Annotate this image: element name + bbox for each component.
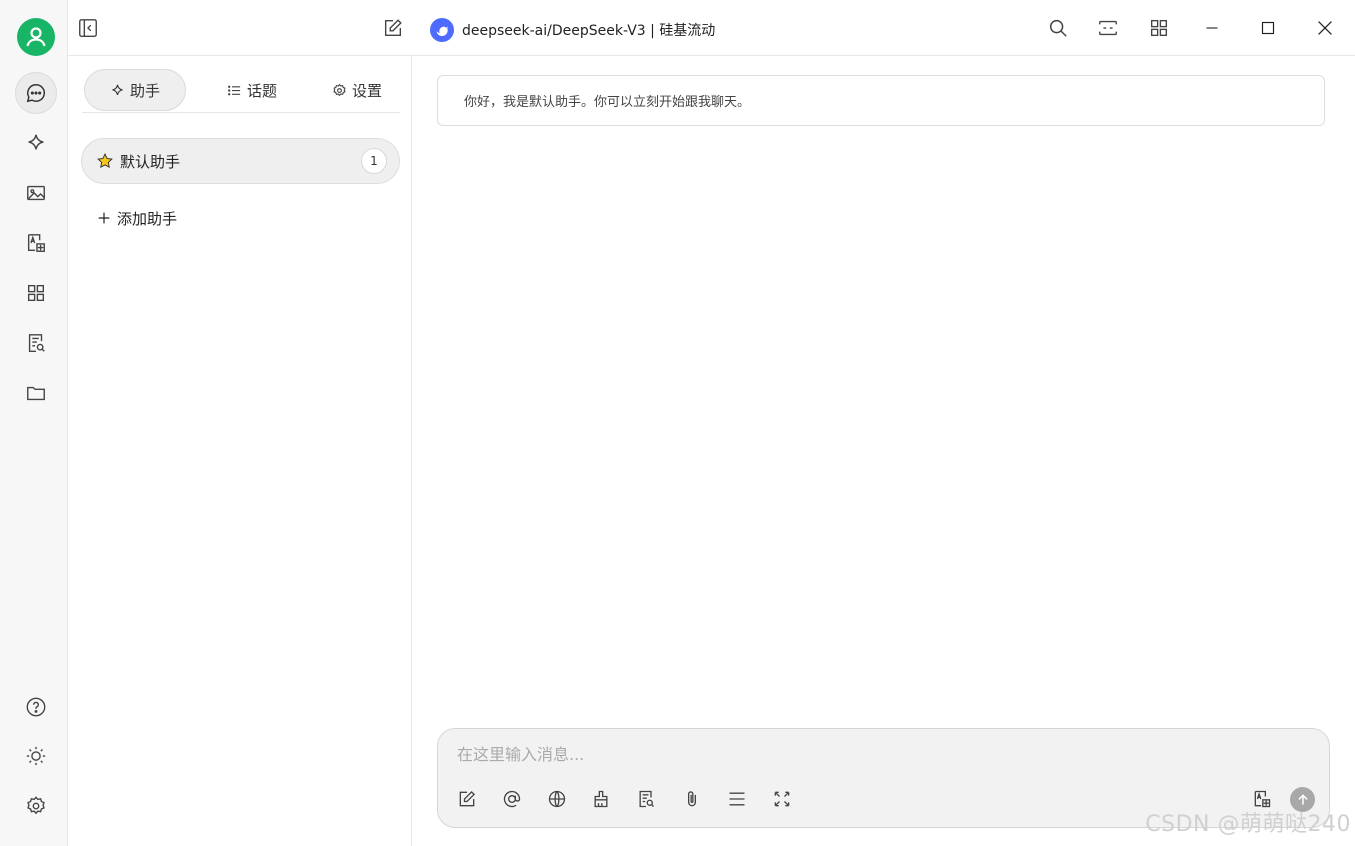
broom-icon	[594, 790, 608, 808]
folder-icon	[27, 386, 45, 401]
expand-input-button[interactable]	[771, 788, 793, 810]
toggle-sidebar-button[interactable]	[76, 16, 100, 40]
rail-apps-button[interactable]	[15, 272, 57, 314]
csdn-watermark: CSDN @萌萌哒240	[1145, 812, 1351, 837]
tab-topics-label: 话题	[246, 81, 277, 100]
plus-icon	[98, 212, 110, 224]
rail-agents-button[interactable]	[15, 122, 57, 164]
tab-topics[interactable]: 话题	[202, 69, 302, 111]
sparkle-icon	[112, 84, 123, 95]
expand-icon	[774, 791, 790, 807]
gear-icon	[333, 83, 346, 96]
tab-settings[interactable]: 设置	[307, 69, 407, 111]
window-close-button[interactable]	[1313, 16, 1337, 40]
knowledge-base-button[interactable]	[635, 788, 657, 810]
star-icon	[97, 152, 113, 169]
panel-tabs: 助手 话题 设置	[82, 69, 400, 113]
sparkle-icon	[28, 134, 44, 150]
window-maximize-button[interactable]	[1256, 16, 1280, 40]
search-icon	[1049, 19, 1067, 37]
assistant-greeting-message: 你好，我是默认助手。你可以立刻开始跟我聊天。	[437, 75, 1325, 126]
clear-context-button[interactable]	[590, 788, 612, 810]
title-bar: deepseek-ai/DeepSeek-V3 | 硅基流动	[68, 0, 1355, 56]
image-icon	[27, 185, 45, 201]
tab-assistants-label: 助手	[129, 81, 160, 100]
apps-grid-icon	[27, 284, 45, 302]
list-icon	[227, 85, 241, 95]
minapp-button[interactable]	[1147, 16, 1171, 40]
model-selector[interactable]: deepseek-ai/DeepSeek-V3 | 硅基流动	[430, 18, 715, 42]
split-line-icon	[729, 792, 745, 806]
help-icon	[26, 697, 46, 717]
edit-icon	[459, 790, 476, 807]
chat-bubble-icon	[26, 84, 46, 103]
new-context-button[interactable]	[726, 788, 748, 810]
theme-sun-icon	[26, 746, 46, 766]
add-assistant-label: 添加助手	[117, 209, 178, 228]
rail-theme-button[interactable]	[15, 735, 57, 777]
tab-settings-label: 设置	[351, 81, 382, 100]
web-search-button[interactable]	[546, 788, 568, 810]
greeting-text: 你好，我是默认助手。你可以立刻开始跟我聊天。	[464, 95, 751, 110]
add-assistant-button[interactable]: 添加助手	[96, 206, 177, 230]
rail-translate-button[interactable]	[15, 222, 57, 264]
knowledge-search-icon	[639, 790, 654, 808]
assistants-panel: 助手 话题 设置 默认助手 1 添加助手	[68, 56, 412, 846]
width-toggle-icon	[1099, 20, 1117, 36]
message-input[interactable]	[457, 743, 1157, 765]
attach-file-button[interactable]	[681, 788, 703, 810]
search-button[interactable]	[1046, 16, 1070, 40]
minimize-icon	[1206, 27, 1218, 29]
chat-area: 你好，我是默认助手。你可以立刻开始跟我聊天。	[412, 56, 1355, 846]
assistant-name: 默认助手	[120, 152, 181, 171]
rail-image-button[interactable]	[15, 172, 57, 214]
translate-icon	[27, 234, 45, 252]
rail-chat-button[interactable]	[15, 72, 57, 114]
at-icon	[503, 790, 521, 808]
maximize-icon	[1261, 21, 1275, 35]
deepseek-logo-icon	[430, 18, 454, 42]
settings-gear-icon	[27, 796, 45, 815]
tab-assistants[interactable]: 助手	[84, 69, 186, 111]
paperclip-icon	[688, 791, 696, 807]
arrow-up-icon	[1297, 793, 1308, 805]
globe-icon	[548, 790, 566, 808]
close-icon	[1318, 21, 1332, 35]
rail-knowledge-button[interactable]	[15, 322, 57, 364]
window-minimize-button[interactable]	[1200, 16, 1224, 40]
user-icon	[26, 27, 46, 47]
edit-icon	[384, 19, 402, 37]
icon-rail	[6, 0, 68, 846]
user-avatar[interactable]	[17, 18, 55, 56]
sidebar-collapse-icon	[79, 19, 97, 37]
knowledge-search-icon	[28, 334, 45, 352]
mention-model-button[interactable]	[501, 788, 523, 810]
assistant-item-default[interactable]: 默认助手 1	[81, 138, 400, 184]
rail-help-button[interactable]	[15, 686, 57, 728]
narrow-mode-button[interactable]	[1096, 16, 1120, 40]
rail-files-button[interactable]	[15, 372, 57, 414]
app-window: deepseek-ai/DeepSeek-V3 | 硅基流动 助手 话题 设置 …	[0, 0, 1355, 846]
new-topic-button[interactable]	[381, 16, 405, 40]
new-topic-button[interactable]	[456, 788, 478, 810]
model-title-text: deepseek-ai/DeepSeek-V3 | 硅基流动	[462, 23, 716, 39]
rail-settings-button[interactable]	[15, 785, 57, 827]
apps-grid-icon	[1150, 19, 1168, 37]
topic-count-badge: 1	[361, 148, 387, 174]
